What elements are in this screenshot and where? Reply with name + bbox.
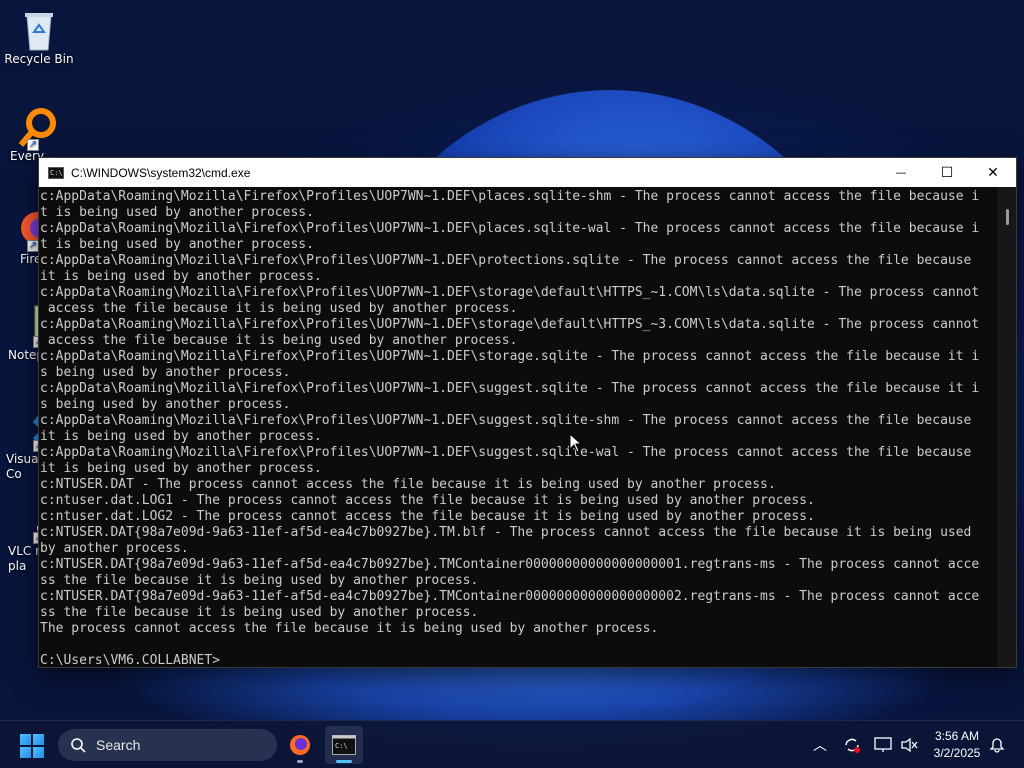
console-line: c:ntuser.dat.LOG1 - The process cannot a… bbox=[40, 493, 815, 508]
search-label: Search bbox=[96, 737, 141, 753]
start-button[interactable] bbox=[20, 734, 44, 758]
maximize-icon: ☐ bbox=[940, 164, 954, 181]
console-line: c:AppData\Roaming\Mozilla\Firefox\Profil… bbox=[40, 253, 972, 268]
show-hidden-icons-button[interactable]: ︿ bbox=[810, 735, 830, 755]
chevron-up-icon: ︿ bbox=[813, 738, 827, 754]
console-line: c:ntuser.dat.LOG2 - The process cannot a… bbox=[40, 509, 815, 524]
taskbar: Search C:\ ︿ 3:56 AM 3/2/2025 bbox=[0, 720, 1024, 768]
console-line: c:NTUSER.DAT{98a7e09d-9a63-11ef-af5d-ea4… bbox=[40, 589, 980, 604]
network-icon[interactable] bbox=[873, 735, 893, 755]
console-line: c:AppData\Roaming\Mozilla\Firefox\Profil… bbox=[40, 285, 980, 300]
console-line: c:AppData\Roaming\Mozilla\Firefox\Profil… bbox=[40, 381, 980, 396]
cmd-window[interactable]: C:\ C:\WINDOWS\system32\cmd.exe — ☐ ✕ c:… bbox=[38, 157, 1017, 668]
console-line: access the file because it is being used… bbox=[40, 333, 518, 348]
minimize-icon: — bbox=[895, 166, 907, 179]
minimize-button[interactable]: — bbox=[878, 158, 924, 187]
console-line: it is being used by another process. bbox=[40, 461, 322, 476]
console-line: c:NTUSER.DAT{98a7e09d-9a63-11ef-af5d-ea4… bbox=[40, 525, 972, 540]
mouse-pointer-icon bbox=[569, 433, 583, 453]
maximize-button[interactable]: ☐ bbox=[924, 158, 970, 187]
console-line: c:AppData\Roaming\Mozilla\Firefox\Profil… bbox=[40, 349, 980, 364]
taskbar-search-box[interactable]: Search bbox=[58, 729, 277, 761]
terminal-icon: C:\ bbox=[48, 166, 64, 179]
console-line: c:NTUSER.DAT - The process cannot access… bbox=[40, 477, 776, 492]
console-line: c:NTUSER.DAT{98a7e09d-9a63-11ef-af5d-ea4… bbox=[40, 557, 980, 572]
console-line: c:AppData\Roaming\Mozilla\Firefox\Profil… bbox=[40, 317, 980, 332]
window-titlebar[interactable]: C:\ C:\WINDOWS\system32\cmd.exe — ☐ ✕ bbox=[39, 158, 1016, 187]
desktop-icon-label: Recycle Bin bbox=[4, 52, 74, 66]
everything-search-icon: ↗ bbox=[15, 105, 56, 151]
desktop-icon-everything[interactable]: ↗ Every bbox=[0, 105, 74, 163]
console-output[interactable]: c:AppData\Roaming\Mozilla\Firefox\Profil… bbox=[39, 187, 998, 667]
sync-status-icon[interactable] bbox=[842, 735, 862, 755]
firefox-icon bbox=[290, 735, 310, 755]
taskbar-app-firefox[interactable] bbox=[281, 726, 319, 764]
taskbar-clock[interactable]: 3:56 AM 3/2/2025 bbox=[926, 728, 988, 762]
svg-text:C:\: C:\ bbox=[335, 742, 348, 750]
desktop-icon-recycle-bin[interactable]: Recycle Bin bbox=[0, 8, 78, 66]
console-line: C:\Users\VM6.COLLABNET> bbox=[40, 653, 221, 667]
search-icon bbox=[71, 738, 86, 753]
console-line: ss the file because it is being used by … bbox=[40, 605, 479, 620]
console-line: it is being used by another process. bbox=[40, 269, 322, 284]
notification-bell-icon[interactable] bbox=[987, 735, 1007, 755]
terminal-icon: C:\ bbox=[332, 735, 356, 755]
clock-date: 3/2/2025 bbox=[933, 746, 981, 760]
taskbar-app-command-prompt[interactable]: C:\ bbox=[325, 726, 363, 764]
console-line: c:AppData\Roaming\Mozilla\Firefox\Profil… bbox=[40, 221, 980, 236]
console-line: t is being used by another process. bbox=[40, 205, 314, 220]
console-line: it is being used by another process. bbox=[40, 429, 322, 444]
console-line: access the file because it is being used… bbox=[40, 301, 518, 316]
console-line: c:AppData\Roaming\Mozilla\Firefox\Profil… bbox=[40, 189, 980, 204]
clock-time: 3:56 AM bbox=[934, 729, 980, 743]
console-scrollbar[interactable] bbox=[998, 187, 1016, 667]
console-line: t is being used by another process. bbox=[40, 237, 314, 252]
console-line: c:AppData\Roaming\Mozilla\Firefox\Profil… bbox=[40, 413, 972, 428]
console-line: s being used by another process. bbox=[40, 397, 291, 412]
close-button[interactable]: ✕ bbox=[970, 158, 1016, 187]
window-title: C:\WINDOWS\system32\cmd.exe bbox=[71, 165, 251, 180]
volume-muted-icon[interactable] bbox=[899, 735, 919, 755]
console-line: by another process. bbox=[40, 541, 189, 556]
close-icon: ✕ bbox=[987, 164, 999, 181]
console-line: s being used by another process. bbox=[40, 365, 291, 380]
console-line: The process cannot access the file becau… bbox=[40, 621, 659, 636]
scrollbar-thumb[interactable] bbox=[1006, 209, 1009, 225]
console-line: ss the file because it is being used by … bbox=[40, 573, 479, 588]
recycle-bin-icon bbox=[19, 8, 59, 51]
console-line: c:AppData\Roaming\Mozilla\Firefox\Profil… bbox=[40, 445, 972, 460]
